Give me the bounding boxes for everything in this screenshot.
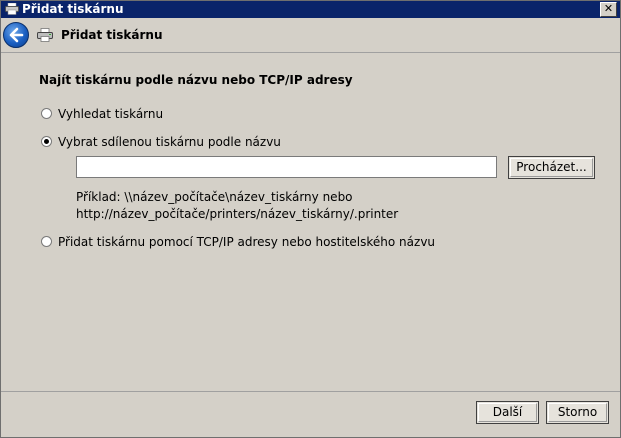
printer-icon (37, 28, 53, 45)
printer-name-input[interactable] (76, 156, 497, 178)
example-line-2: http://název_počítače/printers/název_tis… (76, 207, 399, 221)
option-label: Vybrat sdílenou tiskárnu podle názvu (58, 135, 281, 149)
example-line-1: Příklad: \\název_počítače\název_tiskárny… (76, 190, 353, 204)
cancel-button-label: Storno (548, 403, 607, 422)
cancel-button[interactable]: Storno (546, 401, 609, 424)
option-label: Přidat tiskárnu pomocí TCP/IP adresy neb… (58, 235, 436, 249)
title-bar[interactable]: Přidat tiskárnu ✕ (1, 1, 620, 18)
radio-search-printer[interactable] (41, 108, 52, 119)
next-button[interactable]: Další (476, 401, 539, 424)
close-button[interactable]: ✕ (600, 2, 617, 17)
window-title: Přidat tiskárnu (22, 2, 124, 16)
footer: Další Storno (1, 392, 620, 437)
option-label: Vyhledat tiskárnu (58, 107, 164, 121)
close-icon: ✕ (603, 2, 614, 15)
back-button[interactable] (3, 22, 29, 48)
printer-icon (5, 2, 19, 15)
wizard-content: Najít tiskárnu podle názvu nebo TCP/IP a… (1, 52, 620, 392)
add-printer-window: Přidat tiskárnu ✕ Přidat tiskárnu Najít … (0, 0, 621, 438)
browse-button[interactable]: Procházet... (508, 156, 595, 179)
navigation-bar: Přidat tiskárnu (1, 18, 620, 51)
radio-tcpip-printer[interactable] (41, 236, 52, 247)
browse-button-label: Procházet... (510, 158, 593, 177)
next-button-label: Další (478, 403, 537, 422)
page-title: Přidat tiskárnu (61, 28, 163, 42)
back-arrow-icon (9, 27, 24, 43)
example-text: Příklad: \\název_počítače\název_tiskárny… (76, 189, 398, 223)
radio-select-shared-printer[interactable] (41, 136, 52, 147)
section-heading: Najít tiskárnu podle názvu nebo TCP/IP a… (39, 73, 353, 87)
